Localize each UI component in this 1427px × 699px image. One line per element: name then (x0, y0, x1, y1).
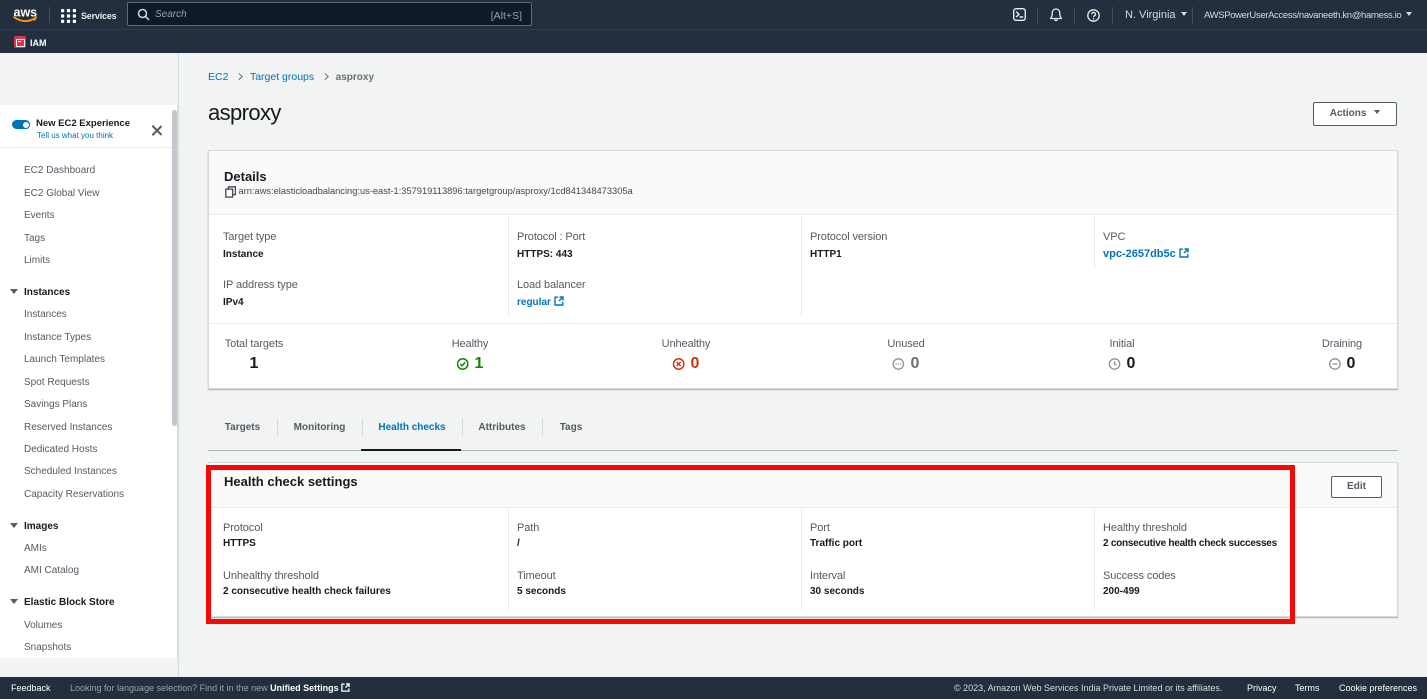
svg-text:aws: aws (14, 5, 38, 19)
